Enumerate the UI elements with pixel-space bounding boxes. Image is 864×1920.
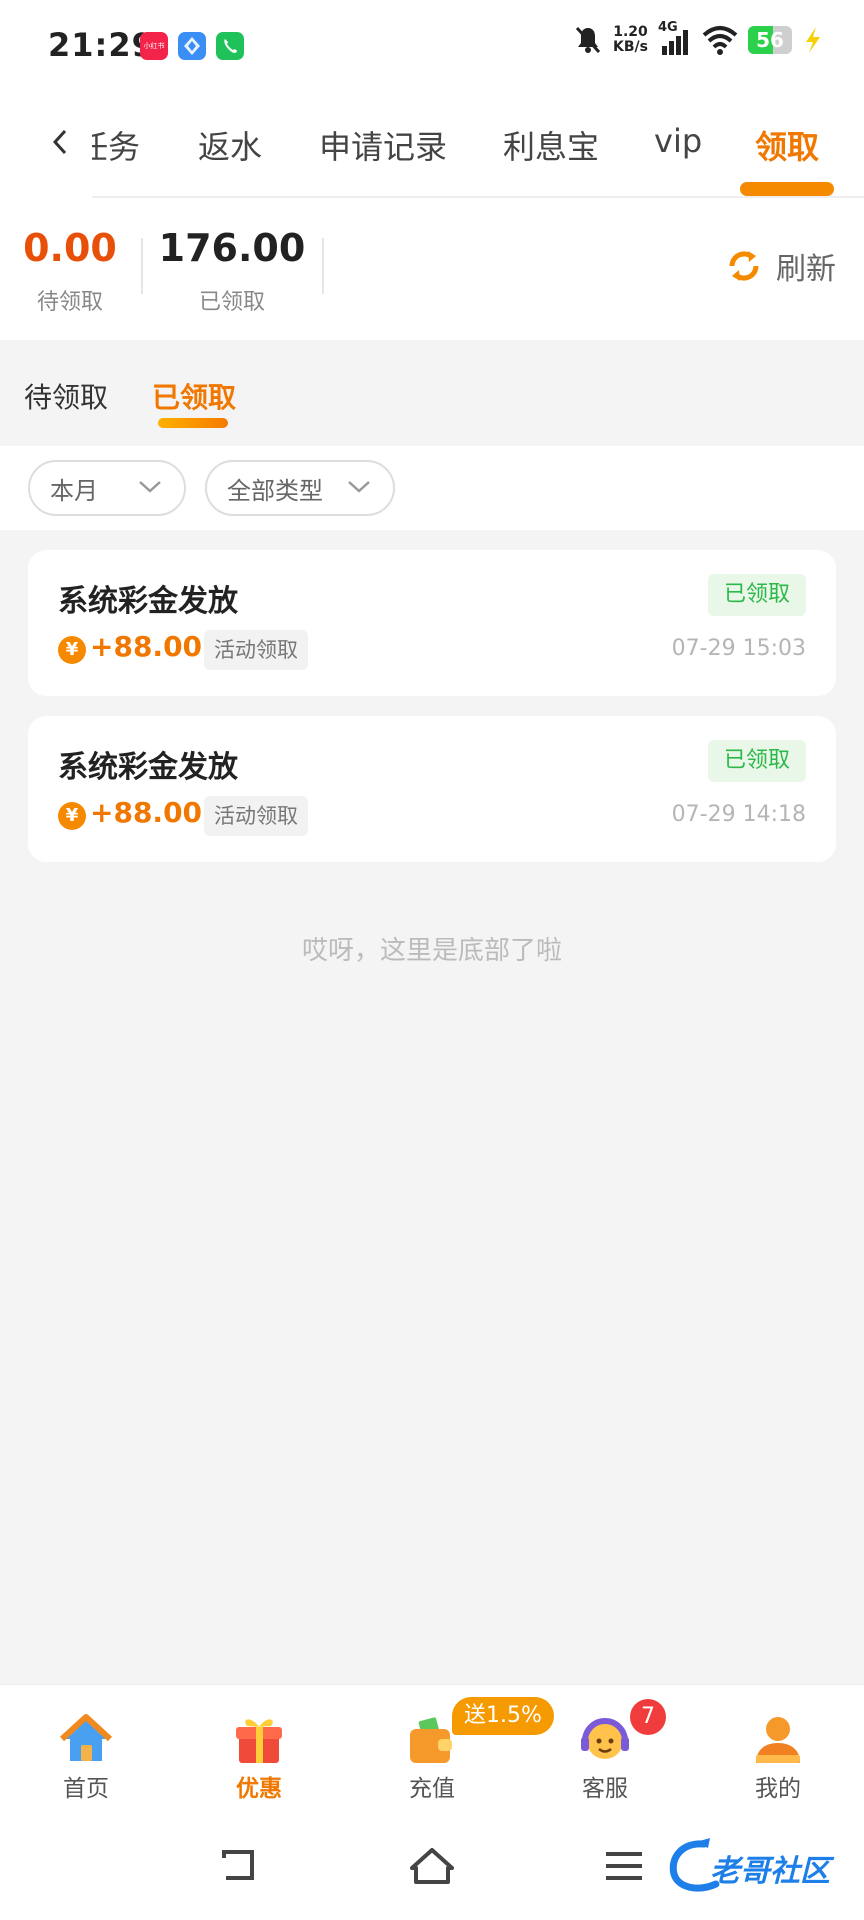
nav-offers-label: 优惠 (236, 1776, 282, 1802)
type-filter-label: 全部类型 (227, 476, 323, 505)
system-back-button[interactable] (216, 1844, 264, 1888)
status-badge: 已领取 (708, 740, 806, 782)
coin-icon: ¥ (58, 636, 86, 664)
record-type-tag: 活动领取 (204, 630, 308, 670)
network-speed: 1.20 KB/s (613, 25, 648, 55)
refresh-icon (729, 251, 759, 281)
recharge-bonus-badge: 送1.5% (452, 1697, 554, 1735)
speed-unit: KB/s (613, 39, 648, 55)
watermark-logo: 老哥社区 (664, 1836, 854, 1896)
record-amount: +88.00 (90, 796, 203, 829)
refresh-label: 刷新 (776, 252, 836, 287)
subtab-received[interactable]: 已领取 (152, 376, 236, 416)
record-type-tag: 活动领取 (204, 796, 308, 836)
chevron-down-icon (139, 481, 161, 493)
nav-service-label: 客服 (582, 1776, 628, 1802)
status-badge: 已领取 (708, 574, 806, 616)
back-button[interactable] (40, 122, 80, 162)
watermark-text: 老哥社区 (710, 1854, 830, 1889)
tab-task[interactable]: 任务 (92, 122, 140, 168)
record-time: 07-29 15:03 (671, 636, 806, 661)
phone-icon (216, 32, 244, 60)
record-amount: +88.00 (90, 630, 203, 663)
system-navigation-bar: 老哥社区 (0, 1814, 864, 1920)
filter-bar: 本月 全部类型 (0, 446, 864, 530)
record-card[interactable]: 系统彩金发放 已领取 ¥ +88.00 活动领取 07-29 15:03 (28, 550, 836, 696)
status-bar: 21:29 小红书 1.20 KB/s 4G 56 (0, 0, 864, 92)
nav-recharge-label: 充值 (409, 1776, 455, 1802)
nav-profile[interactable]: 我的 (718, 1685, 838, 1815)
gift-icon (236, 1719, 282, 1763)
signal-icon: 4G (658, 20, 692, 56)
refresh-button[interactable]: 刷新 (724, 244, 836, 288)
battery-level: 56 (756, 28, 784, 52)
top-tab-bar: 任务 返水 申请记录 利息宝 vip 领取 (0, 92, 864, 198)
tab-rebate[interactable]: 返水 (198, 122, 262, 168)
dingtalk-icon (178, 32, 206, 60)
received-amount: 176.00 (158, 226, 306, 270)
active-subtab-indicator (158, 418, 228, 428)
nav-home-label: 首页 (63, 1776, 109, 1802)
tab-interest[interactable]: 利息宝 (503, 122, 599, 168)
tab-application-records[interactable]: 申请记录 (319, 122, 447, 168)
month-filter-label: 本月 (50, 476, 98, 505)
nav-offers[interactable]: 优惠 (199, 1685, 319, 1815)
xiaohongshu-icon-text: 小红书 (143, 42, 165, 50)
pending-label: 待领取 (36, 290, 103, 315)
record-time: 07-29 14:18 (671, 802, 806, 827)
chevron-left-icon (52, 129, 67, 155)
type-filter[interactable]: 全部类型 (205, 460, 395, 516)
speed-value: 1.20 (613, 24, 648, 40)
coin-icon: ¥ (58, 802, 86, 830)
sub-tab-bar: 待领取 已领取 (0, 340, 864, 446)
chevron-down-icon (348, 481, 370, 493)
system-home-button[interactable] (408, 1844, 456, 1888)
bottom-nav: 首页 优惠 充值 客服 我的 送1.5% 7 (0, 1684, 864, 1814)
status-time: 21:29 (48, 26, 155, 64)
charging-icon (806, 27, 820, 53)
claim-summary: 0.00 待领取 176.00 已领取 刷新 (0, 198, 864, 340)
record-card[interactable]: 系统彩金发放 已领取 ¥ +88.00 活动领取 07-29 14:18 (28, 716, 836, 862)
record-title: 系统彩金发放 (58, 750, 238, 785)
home-icon (59, 1714, 113, 1761)
unread-count-badge: 7 (630, 1699, 666, 1735)
pending-amount: 0.00 (23, 226, 117, 270)
tab-claim[interactable]: 领取 (755, 122, 819, 168)
month-filter[interactable]: 本月 (28, 460, 186, 516)
list-end-message: 哎呀，这里是底部了啦 (301, 936, 562, 966)
summary-divider (141, 238, 143, 294)
system-menu-button[interactable] (600, 1844, 648, 1888)
status-indicators: 1.20 KB/s 4G 56 (573, 20, 824, 56)
nav-home[interactable]: 首页 (26, 1685, 146, 1815)
battery-icon: 56 (748, 26, 792, 54)
active-tab-indicator (740, 182, 834, 196)
received-label: 已领取 (198, 290, 265, 315)
xiaohongshu-icon: 小红书 (140, 32, 168, 60)
record-title: 系统彩金发放 (58, 584, 238, 619)
tab-vip[interactable]: vip (654, 122, 702, 160)
support-icon (581, 1718, 629, 1759)
mute-bell-icon (575, 26, 601, 54)
user-icon (756, 1717, 800, 1763)
summary-divider (322, 238, 324, 294)
subtab-pending[interactable]: 待领取 (24, 376, 108, 416)
wifi-icon (702, 26, 738, 55)
nav-profile-label: 我的 (755, 1776, 801, 1802)
